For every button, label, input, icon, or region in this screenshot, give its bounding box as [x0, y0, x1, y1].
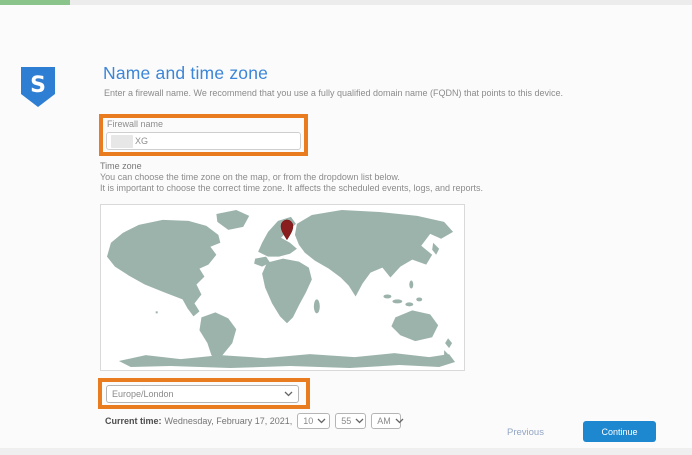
- hour-select[interactable]: 10: [297, 413, 330, 429]
- logo-letter: S: [30, 73, 46, 98]
- map-pin-icon[interactable]: [281, 220, 293, 240]
- firewall-name-input[interactable]: XG: [106, 132, 301, 150]
- chevron-down-icon: [317, 418, 326, 424]
- chevron-down-icon: [395, 418, 404, 424]
- hour-value: 10: [303, 416, 313, 426]
- sophos-logo: S: [21, 67, 55, 107]
- previous-link[interactable]: Previous: [507, 427, 544, 438]
- meridiem-select[interactable]: AM: [371, 413, 401, 429]
- setup-progress-track: [0, 0, 692, 5]
- continue-button[interactable]: Continue: [583, 421, 656, 442]
- page-title: Name and time zone: [103, 63, 268, 84]
- firewall-name-label: Firewall name: [107, 119, 163, 129]
- time-zone-label: Time zone: [100, 161, 142, 171]
- time-zone-description-2: It is important to choose the correct ti…: [100, 183, 483, 193]
- chevron-down-icon: [355, 418, 364, 424]
- time-zone-description-1: You can choose the time zone on the map,…: [100, 172, 400, 182]
- current-time-label: Current time:: [105, 416, 162, 426]
- bottom-edge-strip: [0, 448, 692, 455]
- time-zone-map[interactable]: [100, 204, 465, 371]
- setup-progress-fill: [0, 0, 70, 5]
- current-time-row: Current time: Wednesday, February 17, 20…: [105, 412, 406, 430]
- current-time-date: Wednesday, February 17, 2021,: [165, 416, 293, 426]
- minute-select[interactable]: 55: [335, 413, 366, 429]
- firewall-name-value: XG: [135, 136, 148, 146]
- redacted-text-block: [111, 135, 133, 148]
- shield-icon: S: [21, 67, 55, 107]
- chevron-down-icon: [284, 391, 293, 397]
- minute-value: 55: [341, 416, 351, 426]
- page-subtitle: Enter a firewall name. We recommend that…: [104, 88, 563, 98]
- time-zone-selected-value: Europe/London: [112, 389, 174, 399]
- meridiem-value: AM: [377, 416, 391, 426]
- time-zone-select[interactable]: Europe/London: [106, 385, 299, 403]
- world-map-graphic: [101, 205, 464, 370]
